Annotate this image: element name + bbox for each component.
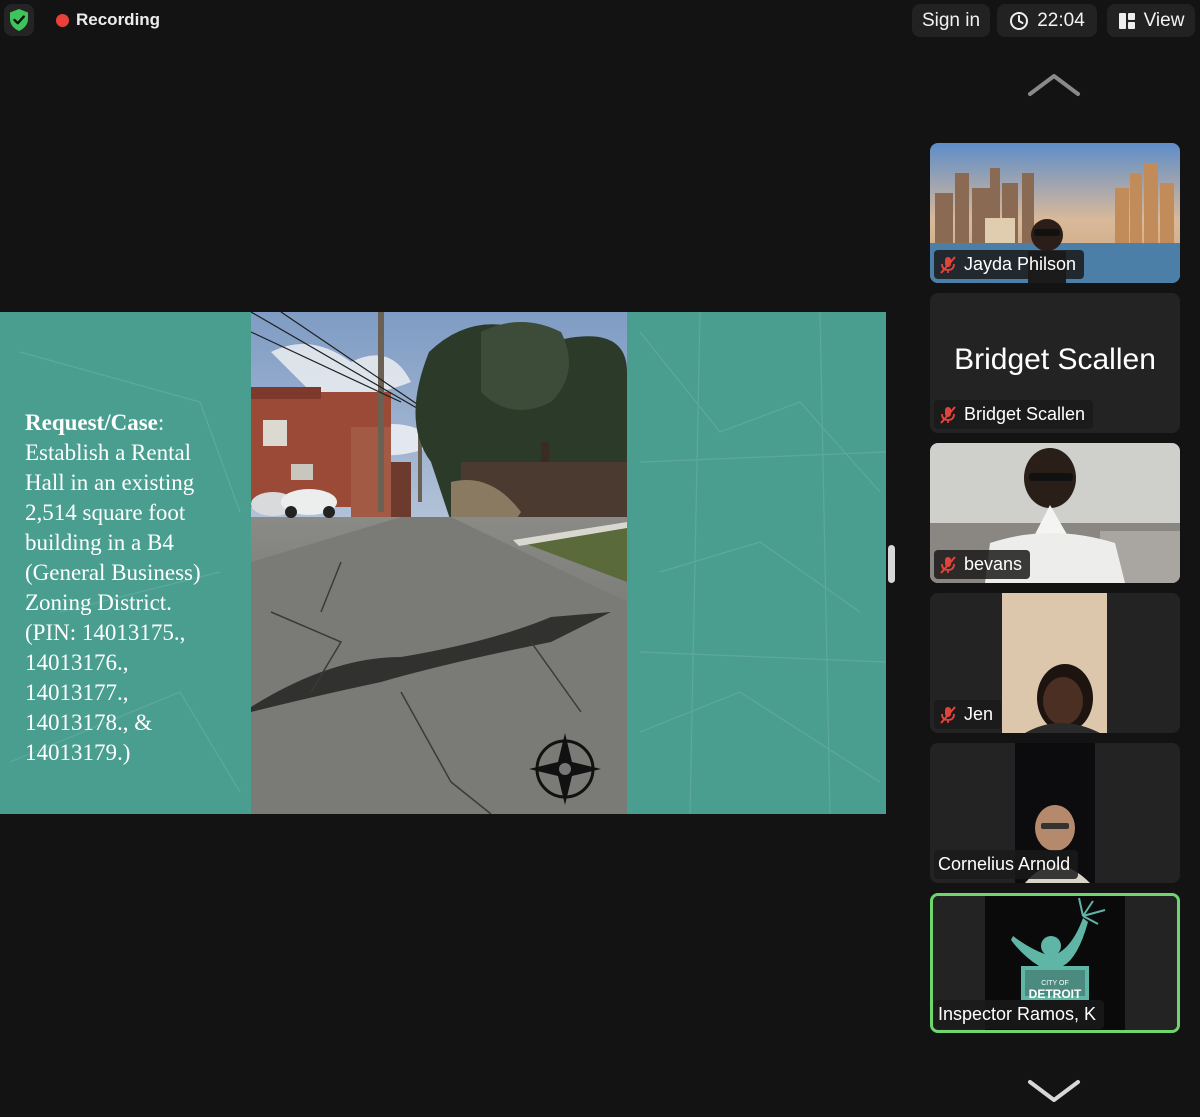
participant-name-label: Jayda Philson (934, 250, 1085, 279)
participant-tile[interactable]: Bridget Scallen Bridget Scallen (930, 293, 1180, 433)
logo-text-main: DETROIT (1028, 987, 1082, 1001)
case-heading: Request/Case: (25, 410, 165, 435)
case-line: Zoning District. (25, 590, 172, 615)
microphone-muted-icon (940, 405, 956, 424)
participant-name-label: Jen (934, 700, 1002, 729)
meeting-timer: 22:04 (997, 4, 1097, 37)
participant-tile[interactable]: bevans (930, 443, 1180, 583)
meeting-time: 22:04 (1037, 9, 1085, 31)
recording-indicator[interactable]: Recording (56, 10, 160, 30)
case-line: Hall in an existing (25, 470, 195, 495)
case-line: 14013176., (25, 650, 129, 675)
participant-name-label: Bridget Scallen (934, 400, 1094, 429)
view-label: View (1143, 9, 1185, 31)
case-line: building in a B4 (25, 530, 174, 555)
recording-label: Recording (76, 10, 161, 29)
sign-in-button[interactable]: Sign in (912, 4, 990, 37)
microphone-muted-icon (940, 555, 956, 574)
participant-name-label: Cornelius Arnold (934, 850, 1079, 879)
participant-name-label: Inspector Ramos, K (934, 1000, 1105, 1029)
view-button[interactable]: View (1107, 4, 1195, 37)
case-line: (PIN: 14013175., (25, 620, 186, 645)
participant-tile-active-speaker[interactable]: CITY OF DETROIT Inspector Ramos, K (930, 893, 1180, 1033)
case-line: 2,514 square foot (25, 500, 186, 525)
view-layout-icon (1118, 12, 1135, 29)
case-line: 14013178., & (25, 710, 153, 735)
alley-photo (251, 312, 627, 814)
clock-icon (1010, 11, 1029, 30)
case-line: 14013177., (25, 680, 129, 705)
scroll-up-chevron-icon[interactable] (1027, 72, 1081, 98)
case-description: Request/Case: Establish a Rental Hall in… (25, 408, 245, 768)
scroll-down-chevron-icon[interactable] (1027, 1078, 1081, 1104)
sign-in-label: Sign in (921, 9, 981, 31)
microphone-muted-icon (940, 255, 956, 274)
split-view-resize-handle[interactable] (888, 545, 895, 583)
participant-tile[interactable]: Cornelius Arnold (930, 743, 1180, 883)
case-line: (General Business) (25, 560, 201, 585)
case-line: Establish a Rental (25, 440, 192, 465)
participant-tile[interactable]: Jen (930, 593, 1180, 733)
microphone-muted-icon (940, 705, 956, 724)
security-shield-icon[interactable] (4, 4, 34, 36)
recording-dot-icon (56, 13, 69, 27)
case-line: 14013179.) (25, 740, 131, 765)
participant-name-label: bevans (934, 550, 1031, 579)
participant-display-name: Bridget Scallen (954, 343, 1156, 376)
participant-tile[interactable]: Jayda Philson (930, 143, 1180, 283)
shared-screen-slide: Request/Case: Establish a Rental Hall in… (0, 312, 886, 814)
